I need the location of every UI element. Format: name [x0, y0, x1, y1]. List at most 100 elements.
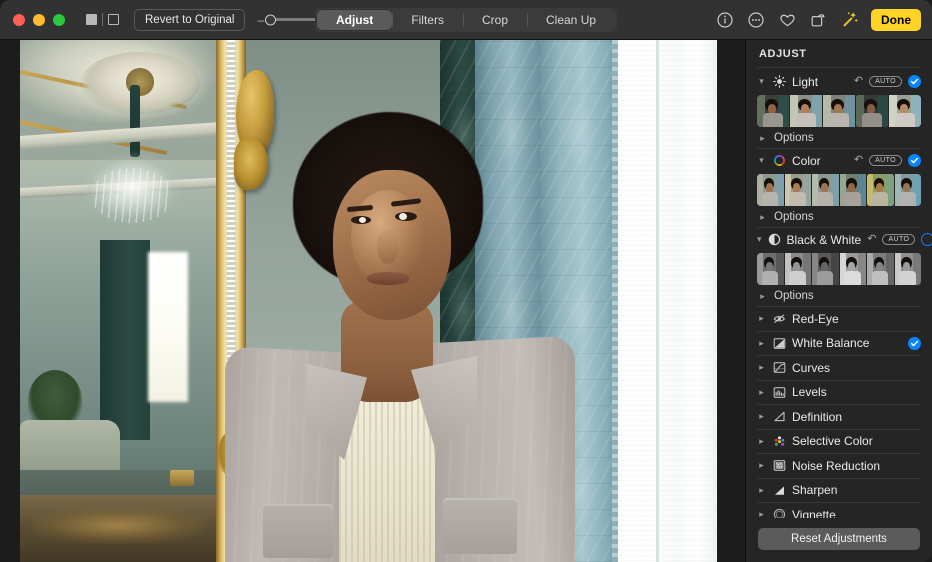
eye-slash-icon: [772, 312, 786, 326]
close-window-button[interactable]: [13, 14, 25, 26]
black-and-white-options-row[interactable]: ▸ Options: [757, 286, 921, 306]
chevron-right-icon[interactable]: ▸: [757, 363, 766, 372]
sun-icon: [772, 75, 786, 89]
color-thumb-4[interactable]: [867, 174, 894, 206]
sidebar-title-divider: [757, 67, 921, 68]
color-thumb-3[interactable]: [840, 174, 867, 206]
adjustment-group-light: ▾ Lig: [757, 70, 921, 149]
photo-image[interactable]: [20, 40, 717, 562]
photo-chandelier-stem: [130, 85, 140, 157]
light-variations-strip[interactable]: [757, 95, 921, 127]
minimize-window-button[interactable]: [33, 14, 45, 26]
levels-icon: [772, 385, 786, 399]
light-thumb-0[interactable]: [757, 95, 789, 127]
sidebar-item-selective-color[interactable]: ▸ Selective Color: [757, 430, 921, 454]
chevron-right-icon[interactable]: ▸: [758, 213, 767, 222]
photo-canvas[interactable]: [0, 40, 745, 562]
group-label-black-and-white: Black & White: [787, 233, 862, 247]
sidebar-item-label-selective-color: Selective Color: [792, 434, 921, 448]
group-header-color[interactable]: ▾ Color: [757, 149, 921, 172]
light-thumb-3[interactable]: [856, 95, 888, 127]
tab-crop[interactable]: Crop: [463, 10, 527, 30]
favorite-heart-icon[interactable]: [778, 11, 796, 29]
revert-to-original-button[interactable]: Revert to Original: [134, 9, 245, 31]
group-controls-light: ↶ AUTO: [854, 75, 921, 88]
chevron-right-icon[interactable]: ▸: [757, 461, 766, 470]
light-options-row[interactable]: ▸ Options: [757, 128, 921, 148]
photo-subject: [255, 112, 555, 562]
tab-adjust[interactable]: Adjust: [317, 10, 392, 30]
split-view-icon[interactable]: [106, 12, 121, 27]
toggle-light-checkbox[interactable]: [908, 75, 921, 88]
auto-light-button[interactable]: AUTO: [869, 76, 902, 88]
color-thumb-5[interactable]: [895, 174, 922, 206]
bw-thumb-3[interactable]: [840, 253, 867, 285]
color-thumb-0[interactable]: [757, 174, 784, 206]
sidebar-item-white-balance[interactable]: ▸ White Balance: [757, 332, 921, 356]
chevron-right-icon[interactable]: ▸: [757, 314, 766, 323]
noise-reduction-icon: [772, 459, 786, 473]
rotate-icon[interactable]: [809, 11, 827, 29]
bw-thumb-5[interactable]: [895, 253, 922, 285]
info-icon[interactable]: [716, 11, 734, 29]
reset-black-and-white-icon[interactable]: ↶: [867, 234, 876, 245]
zoom-window-button[interactable]: [53, 14, 65, 26]
sidebar-item-noise-reduction[interactable]: ▸ Noise Reduction: [757, 454, 921, 478]
sidebar-item-label-sharpen: Sharpen: [792, 483, 921, 497]
reset-light-icon[interactable]: ↶: [854, 76, 863, 87]
photo-mirror-curtain: [100, 240, 150, 440]
more-options-icon[interactable]: [747, 11, 765, 29]
zoom-slider-knob[interactable]: [265, 14, 276, 25]
chevron-right-icon[interactable]: ▸: [757, 388, 766, 397]
auto-black-and-white-button[interactable]: AUTO: [882, 234, 915, 246]
chevron-right-icon[interactable]: ▸: [757, 412, 766, 421]
sidebar-item-definition[interactable]: ▸ Definition: [757, 405, 921, 429]
reset-color-icon[interactable]: ↶: [854, 155, 863, 166]
light-thumb-1[interactable]: [790, 95, 822, 127]
color-thumb-1[interactable]: [785, 174, 812, 206]
chevron-right-icon[interactable]: ▸: [757, 339, 766, 348]
reset-adjustments-button[interactable]: Reset Adjustments: [758, 528, 920, 550]
chevron-right-icon[interactable]: ▸: [758, 134, 767, 143]
single-view-icon[interactable]: [84, 12, 99, 27]
tab-filters[interactable]: Filters: [392, 10, 463, 30]
sidebar-item-curves[interactable]: ▸ Curves: [757, 356, 921, 380]
light-thumb-2[interactable]: [823, 95, 855, 127]
tab-clean-up[interactable]: Clean Up: [527, 10, 615, 30]
chevron-down-icon[interactable]: ▾: [757, 156, 766, 165]
photo-wall-plate: [170, 470, 194, 486]
bw-thumb-1[interactable]: [785, 253, 812, 285]
chevron-right-icon[interactable]: ▸: [757, 486, 766, 495]
bw-thumb-4[interactable]: [867, 253, 894, 285]
chevron-down-icon[interactable]: ▾: [757, 77, 766, 86]
color-variations-strip[interactable]: [757, 174, 921, 206]
toggle-black-and-white-checkbox[interactable]: [921, 233, 932, 246]
bw-thumb-2[interactable]: [812, 253, 839, 285]
sidebar-item-label-curves: Curves: [792, 361, 921, 375]
light-thumb-4[interactable]: [889, 95, 921, 127]
sidebar-item-red-eye[interactable]: ▸ Red-Eye: [757, 307, 921, 331]
chevron-right-icon[interactable]: ▸: [758, 292, 767, 301]
chevron-right-icon[interactable]: ▸: [757, 510, 766, 518]
selective-color-icon: [772, 434, 786, 448]
group-controls-color: ↶ AUTO: [854, 154, 921, 167]
zoom-out-label: –: [257, 14, 264, 26]
group-header-light[interactable]: ▾ Lig: [757, 70, 921, 93]
color-thumb-2[interactable]: [812, 174, 839, 206]
chevron-right-icon[interactable]: ▸: [757, 437, 766, 446]
chevron-down-icon[interactable]: ▾: [757, 235, 762, 244]
sidebar-item-levels[interactable]: ▸ Levels: [757, 381, 921, 405]
color-options-row[interactable]: ▸ Options: [757, 207, 921, 227]
sidebar-item-sharpen[interactable]: ▸ Sharpen: [757, 479, 921, 503]
sidebar-item-vignette[interactable]: ▸ Vignette: [757, 503, 921, 518]
toggle-color-checkbox[interactable]: [908, 154, 921, 167]
tab-filters-label: Filters: [411, 13, 444, 27]
bw-thumb-0[interactable]: [757, 253, 784, 285]
black-and-white-variations-strip[interactable]: [757, 253, 921, 285]
adjustments-list[interactable]: ▾ Lig: [746, 70, 932, 518]
done-button[interactable]: Done: [871, 9, 921, 31]
auto-enhance-icon[interactable]: [840, 11, 858, 29]
toggle-white-balance-checkbox[interactable]: [908, 337, 921, 350]
auto-color-button[interactable]: AUTO: [869, 155, 902, 167]
group-header-black-and-white[interactable]: ▾ Black & White ↶ AUTO: [757, 228, 921, 251]
